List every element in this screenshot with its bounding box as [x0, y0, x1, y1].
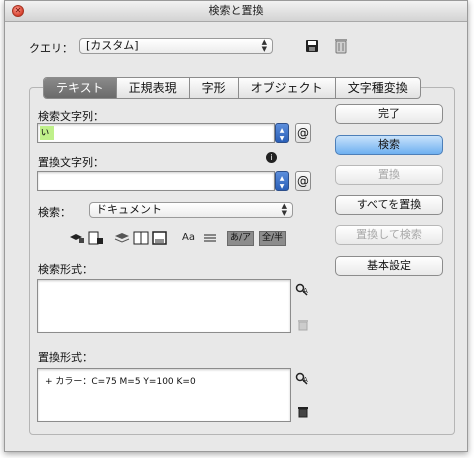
clear-find-format-button[interactable] [297, 319, 311, 333]
footnote-icon [152, 231, 167, 245]
width-sensitive-toggle[interactable]: 全/半 [259, 231, 287, 246]
floppy-disk-icon [306, 40, 318, 52]
change-format-label: 置換形式： [38, 351, 93, 364]
story-lock-icon [88, 231, 103, 245]
search-scope-select[interactable]: ドキュメント ▲ ▼ [89, 202, 293, 218]
whole-word-toggle[interactable] [203, 231, 217, 245]
tab-object[interactable]: オブジェクト [239, 78, 336, 98]
find-button[interactable]: 検索 [335, 135, 443, 155]
layers-lock-icon [70, 234, 84, 243]
change-button[interactable]: 置換 [335, 165, 443, 185]
master-pages-toggle[interactable] [133, 231, 149, 245]
find-what-value: ぃ [40, 126, 54, 140]
kana-sensitive-label: あ/ア [230, 233, 252, 243]
delete-query-button[interactable] [334, 38, 348, 54]
chevron-up-icon: ▲ [279, 127, 285, 134]
info-icon: i [266, 152, 277, 163]
find-what-label: 検索文字列： [38, 110, 104, 123]
chevron-down-icon: ▼ [279, 183, 285, 190]
find-what-history-stepper[interactable]: ▲ ▼ [275, 123, 289, 143]
window-title: 検索と置換 [208, 4, 264, 17]
save-query-button[interactable] [305, 39, 319, 53]
change-to-label: 置換文字列： [38, 156, 104, 169]
svg-text:A: A [303, 376, 308, 384]
change-format-box[interactable]: + カラー：C=75 M=5 Y=100 K=0 [37, 368, 291, 422]
search-scope-label: 検索： [38, 206, 71, 219]
at-sign-icon: @ [297, 126, 309, 140]
magnifier-format-icon: A [295, 372, 308, 385]
change-to-history-stepper[interactable]: ▲ ▼ [275, 171, 289, 191]
query-label: クエリ： [29, 42, 73, 55]
close-button[interactable]: ✕ [12, 5, 24, 17]
change-special-chars-button[interactable]: @ [295, 171, 311, 191]
query-selected-value: [カスタム] [86, 39, 139, 52]
specify-change-format-button[interactable]: A [295, 372, 309, 386]
trash-icon [298, 320, 308, 331]
search-scope-selected-value: ドキュメント [96, 203, 162, 216]
change-format-value: + カラー：C=75 M=5 Y=100 K=0 [45, 377, 196, 387]
layers-icon [114, 233, 130, 243]
change-all-button[interactable]: すべてを置換 [335, 195, 443, 215]
trash-icon [335, 39, 347, 54]
tab-transliterate[interactable]: 文字種変換 [336, 78, 420, 98]
case-sensitive-label: Aa [182, 232, 195, 243]
find-change-window: ✕ 検索と置換 クエリ： [カスタム] ▲ ▼ テキスト 正規表現 字形 オブジェ… [4, 0, 468, 452]
master-page-icon [133, 231, 149, 245]
chevron-updown-icon: ▲ ▼ [261, 38, 267, 53]
find-format-box[interactable] [37, 279, 291, 333]
at-sign-icon: @ [297, 174, 309, 188]
query-select[interactable]: [カスタム] ▲ ▼ [79, 38, 273, 54]
clear-change-format-button[interactable] [297, 406, 311, 420]
done-button[interactable]: 完了 [335, 104, 443, 124]
whole-word-icon [204, 234, 216, 242]
find-format-label: 検索形式： [38, 263, 93, 276]
case-sensitive-toggle[interactable]: Aa [182, 231, 195, 245]
hidden-layers-toggle[interactable] [114, 231, 130, 245]
title-bar: ✕ 検索と置換 [5, 1, 467, 22]
tab-text[interactable]: テキスト [44, 78, 117, 98]
find-what-field[interactable]: ぃ [37, 123, 275, 143]
magnifier-format-icon: A [295, 283, 308, 296]
change-to-field[interactable] [37, 171, 275, 191]
change-find-button[interactable]: 置換して検索 [335, 225, 443, 245]
svg-text:A: A [303, 287, 308, 295]
fewer-options-button[interactable]: 基本設定 [335, 256, 443, 276]
find-special-chars-button[interactable]: @ [295, 123, 311, 143]
chevron-updown-icon: ▲ ▼ [281, 202, 287, 217]
tab-grep[interactable]: 正規表現 [117, 78, 190, 98]
close-icon: ✕ [14, 6, 22, 15]
width-sensitive-label: 全/半 [262, 233, 284, 243]
chevron-down-icon: ▼ [279, 135, 285, 142]
specify-find-format-button[interactable]: A [295, 283, 309, 297]
chevron-up-icon: ▲ [279, 175, 285, 182]
locked-layers-toggle[interactable] [69, 231, 85, 245]
tab-glyph[interactable]: 字形 [190, 78, 239, 98]
locked-stories-toggle[interactable] [88, 231, 104, 245]
footnotes-toggle[interactable] [152, 231, 168, 245]
tab-bar: テキスト 正規表現 字形 オブジェクト 文字種変換 [43, 77, 421, 99]
trash-icon [298, 407, 308, 418]
kana-sensitive-toggle[interactable]: あ/ア [227, 231, 255, 246]
